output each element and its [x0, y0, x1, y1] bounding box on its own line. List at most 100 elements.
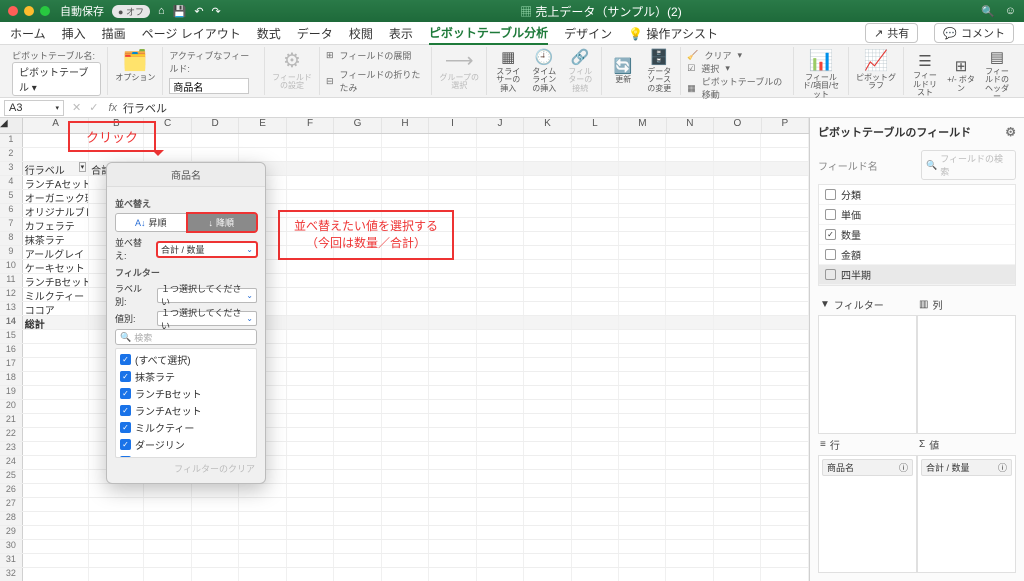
enter-icon[interactable]: ✓ [85, 101, 102, 114]
select-icon[interactable]: ☑ [687, 63, 695, 74]
value-by-select[interactable]: １つ選択してください⌄ [157, 311, 257, 326]
pane-settings-icon[interactable]: ⚙ [1005, 125, 1016, 139]
filter-item[interactable]: ✓ランチAセット [116, 402, 256, 419]
clear-filter-button[interactable]: フィルターのクリア [115, 458, 257, 475]
tab-pivottable-analyze[interactable]: ピボットテーブル分析 [429, 22, 548, 45]
tab-home[interactable]: ホーム [10, 23, 46, 44]
options-button[interactable]: 🗂️オプション [114, 49, 156, 82]
sortby-select[interactable]: 合計 / 数量⌄ [157, 242, 257, 257]
tab-page-layout[interactable]: ページ レイアウト [142, 23, 241, 44]
col-header-P[interactable]: P [762, 118, 809, 133]
pm-buttons-button[interactable]: ⊞+/- ボタン [946, 57, 976, 93]
active-field-input[interactable] [169, 78, 249, 94]
filters-drop-area[interactable] [818, 315, 917, 434]
grid-row[interactable]: 26 [0, 484, 809, 498]
formula-content[interactable]: 行ラベル [123, 100, 167, 116]
autosave-toggle[interactable]: ● オフ [112, 5, 150, 18]
value-field-chip[interactable]: 合計 / 数量ⓘ [921, 459, 1012, 476]
tab-design[interactable]: デザイン [564, 23, 612, 44]
tab-view[interactable]: 表示 [389, 23, 413, 44]
fields-items-sets-button[interactable]: 📊フィールド/項目/セット [800, 49, 842, 99]
share-button[interactable]: ↗ 共有 [865, 23, 918, 43]
window-controls[interactable] [8, 6, 50, 16]
filter-item[interactable]: ✓ダージリン [116, 436, 256, 453]
filter-item[interactable]: ✓(すべて選択) [116, 351, 256, 368]
field-headers-button[interactable]: ▤フィールドのヘッダー [982, 49, 1012, 102]
tab-tell-me[interactable]: 💡 操作アシスト [628, 23, 718, 44]
filter-item[interactable]: ✓抹茶ラテ [116, 368, 256, 385]
col-header-F[interactable]: F [287, 118, 334, 133]
refresh-button[interactable]: 🔄更新 [608, 57, 638, 84]
filter-item[interactable]: ✓ミルクティー [116, 419, 256, 436]
field-search-input[interactable]: 🔍 フィールドの検索 [921, 150, 1016, 180]
grid-row[interactable]: 30 [0, 540, 809, 554]
search-icon[interactable]: 🔍 [981, 5, 995, 18]
values-drop-area[interactable]: 合計 / 数量ⓘ [917, 455, 1016, 574]
field-settings-button[interactable]: ⚙フィールドの設定 [271, 49, 313, 91]
field-row[interactable]: 四半期 [819, 265, 1015, 285]
comments-button[interactable]: 💬 コメント [934, 23, 1014, 43]
col-header-L[interactable]: L [572, 118, 619, 133]
tab-insert[interactable]: 挿入 [62, 23, 86, 44]
tab-formulas[interactable]: 数式 [257, 23, 281, 44]
sort-ascending-button[interactable]: A↓昇順 [115, 213, 187, 232]
change-data-source-button[interactable]: 🗄️データソースの変更 [644, 49, 674, 93]
rows-drop-area[interactable]: 商品名ⓘ [818, 455, 917, 574]
cancel-icon[interactable]: ✕ [68, 101, 85, 114]
tab-review[interactable]: 校閲 [349, 23, 373, 44]
grid-row[interactable]: 27 [0, 498, 809, 512]
col-header-G[interactable]: G [334, 118, 381, 133]
autosave-label: 自動保存 [60, 3, 104, 19]
col-header-M[interactable]: M [619, 118, 666, 133]
pivot-chart-button[interactable]: 📈ピボットグラフ [855, 49, 897, 91]
undo-icon[interactable]: ↶ [194, 5, 203, 18]
tab-draw[interactable]: 描画 [102, 23, 126, 44]
filter-checkbox-list: ✓(すべて選択)✓抹茶ラテ✓ランチBセット✓ランチAセット✓ミルクティー✓ダージ… [115, 348, 257, 458]
ribbon: ピボットテーブル名: ピボットテーブル ▾ 🗂️オプション アクティブなフィール… [0, 44, 1024, 98]
name-box[interactable]: A3▾ [4, 100, 64, 116]
field-row[interactable]: 金額 [819, 245, 1015, 265]
col-header-E[interactable]: E [239, 118, 286, 133]
col-header-O[interactable]: O [714, 118, 761, 133]
save-icon[interactable]: 💾 [173, 5, 187, 18]
label-by-select[interactable]: １つ選択してください⌄ [157, 288, 257, 303]
col-header-D[interactable]: D [192, 118, 239, 133]
col-header-I[interactable]: I [429, 118, 476, 133]
grid-row[interactable]: 29 [0, 526, 809, 540]
tab-data[interactable]: データ [297, 23, 333, 44]
field-list-button[interactable]: ☰フィールドリスト [910, 53, 940, 97]
pivottable-field-list-pane: ピボットテーブルのフィールド ⚙ フィールド名 🔍 フィールドの検索 分類単価数… [809, 118, 1024, 581]
pivottable-button[interactable]: ピボットテーブル ▾ [12, 62, 101, 96]
field-row[interactable]: 単価 [819, 205, 1015, 225]
columns-drop-area[interactable] [917, 315, 1016, 434]
grid-row[interactable]: 28 [0, 512, 809, 526]
expand-icon[interactable]: ⊞ [326, 50, 334, 61]
row-field-chip[interactable]: 商品名ⓘ [822, 459, 913, 476]
move-icon[interactable]: ▦ [687, 83, 696, 94]
filter-dropdown-icon[interactable]: ▾ [79, 162, 87, 172]
insert-timeline-button[interactable]: 🕘タイムラインの挿入 [529, 49, 559, 93]
user-icon[interactable]: ☺ [1005, 5, 1016, 18]
select-all-corner[interactable]: ◢ [0, 118, 23, 133]
grid-row[interactable]: 32 [0, 568, 809, 581]
pane-title: ピボットテーブルのフィールド [818, 124, 971, 140]
col-header-H[interactable]: H [382, 118, 429, 133]
fx-icon[interactable]: fx [102, 102, 123, 114]
sort-descending-button[interactable]: ↓降順 [187, 213, 258, 232]
spreadsheet-grid[interactable]: ◢ A B C D E F G H I J K L M N O P 123行ラベ… [0, 118, 809, 581]
col-header-J[interactable]: J [477, 118, 524, 133]
redo-icon[interactable]: ↷ [212, 5, 221, 18]
ribbon-tabs: ホーム 挿入 描画 ページ レイアウト 数式 データ 校閲 表示 ピボットテーブ… [0, 22, 1024, 44]
home-icon[interactable]: ⌂ [158, 5, 165, 17]
collapse-icon[interactable]: ⊟ [326, 76, 334, 87]
col-header-N[interactable]: N [667, 118, 714, 133]
grid-row[interactable]: 31 [0, 554, 809, 568]
filter-item[interactable]: ✓ランチBセット [116, 385, 256, 402]
col-header-K[interactable]: K [524, 118, 571, 133]
columns-area-header: ▥ 列 [917, 294, 1016, 315]
formula-bar: A3▾ ✕ ✓ fx 行ラベル [0, 98, 1024, 118]
field-row[interactable]: 分類 [819, 185, 1015, 205]
clear-icon[interactable]: 🧹 [687, 50, 698, 61]
field-row[interactable]: 数量 [819, 225, 1015, 245]
insert-slicer-button[interactable]: ▦スライサーの挿入 [493, 49, 523, 93]
